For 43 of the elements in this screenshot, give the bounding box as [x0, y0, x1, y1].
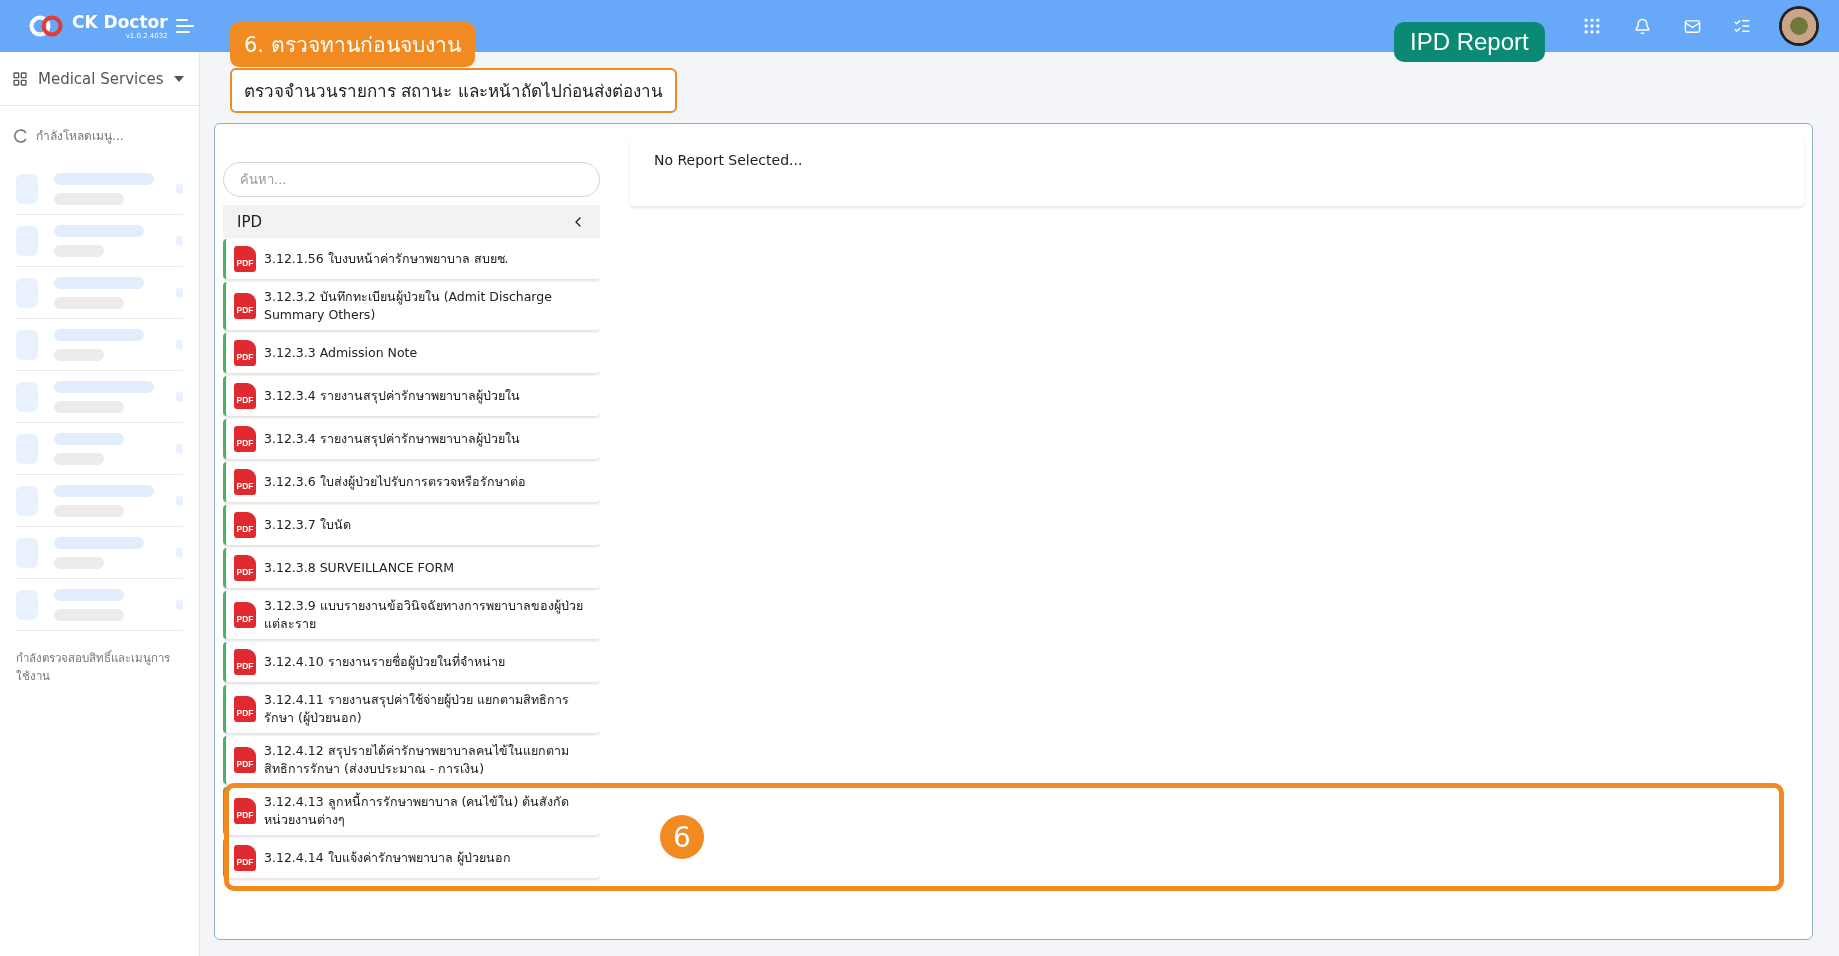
pdf-icon: PDF: [234, 426, 256, 452]
pdf-icon: PDF: [234, 293, 256, 319]
report-item[interactable]: PDF 3.12.4.10 รายงานรายชื่อผู้ป่วยในที่จำหน่าย: [223, 642, 600, 682]
grid-icon: [12, 70, 28, 87]
avatar-photo[interactable]: [1779, 6, 1819, 46]
report-item[interactable]: PDF 3.12.1.56 ใบงบหน้าค่ารักษาพยาบาล สบยช.: [223, 239, 600, 279]
report-item[interactable]: PDF 3.12.3.7 ใบนัด: [223, 505, 600, 545]
pdf-icon: PDF: [234, 383, 256, 409]
spinner-icon: [14, 128, 28, 143]
pdf-icon: PDF: [234, 246, 256, 272]
report-badge: IPD Report: [1394, 22, 1545, 62]
report-item[interactable]: PDF 3.12.4.12 สรุปรายได้ค่ารักษาพยาบาลคนไข้ในแยกตามสิทธิการรักษา (ส่งงบประมาณ - การเงิน): [223, 736, 600, 784]
search-field[interactable]: ค้นหา...: [223, 162, 600, 197]
loading-text: กำลังโหลดเมนู...: [36, 128, 124, 145]
pdf-icon: PDF: [234, 469, 256, 495]
pdf-icon: PDF: [234, 555, 256, 581]
report-item[interactable]: PDF 3.12.4.11 รายงานสรุปค่าใช้จ่ายผู้ป่วย แยกตามสิทธิการรักษา (ผู้ป่วยนอก): [223, 685, 600, 733]
report-item[interactable]: PDF 3.12.3.8 SURVEILLANCE FORM: [223, 548, 600, 588]
report-item[interactable]: PDF 3.12.3.4 รายงานสรุปค่ารักษาพยาบาลผู้ป่วยใน: [223, 419, 600, 459]
pdf-icon: PDF: [234, 696, 256, 722]
step-callout: 6. ตรวจทานก่อนจบงาน: [230, 22, 475, 67]
preview-message: No Report Selected...: [654, 152, 803, 168]
pdf-icon: PDF: [234, 340, 256, 366]
note-label: ตรวจจำนวนรายการ สถานะ และหน้าถัดไปก่อนส่งต่องาน: [230, 68, 677, 113]
report-item[interactable]: PDF 3.12.3.4 รายงานสรุปค่ารักษาพยาบาลผู้ป่วยใน: [223, 376, 600, 416]
menu-icon[interactable]: [175, 19, 194, 33]
group-header[interactable]: IPD: [223, 205, 600, 238]
pdf-icon: PDF: [234, 512, 256, 538]
report-item[interactable]: PDF 3.12.3.3 Admission Note: [223, 333, 600, 373]
pdf-icon: PDF: [234, 649, 256, 675]
caret-icon: [173, 75, 184, 82]
report-item[interactable]: PDF 3.12.4.13 ลูกหนี้การรักษาพยาบาล (คนไข้ใน) ต้นสังกัดหน่วยงานต่างๆ: [223, 787, 600, 835]
report-item[interactable]: PDF 3.12.3.2 บันทึกทะเบียนผู้ป่วยใน (Admit Discharge Summary Others): [223, 282, 600, 330]
pdf-icon: PDF: [234, 747, 256, 773]
report-item[interactable]: PDF 3.12.4.14 ใบแจ้งค่ารักษาพยาบาล ผู้ป่วยนอก: [223, 838, 600, 878]
status-text: กำลังตรวจสอบสิทธิ์และเมนูการใช้งาน: [15, 649, 171, 685]
brand-name: CK Doctor: [72, 12, 168, 32]
report-item[interactable]: PDF 3.12.3.9 แบบรายงานข้อวินิจฉัยทางการพยาบาลของผู้ป่วยแต่ละราย: [223, 591, 600, 639]
logo-icon: [28, 15, 64, 37]
pdf-icon: PDF: [234, 798, 256, 824]
report-item[interactable]: PDF 3.12.3.6 ใบส่งผู้ป่วยไปรับการตรวจหรือรักษาต่อ: [223, 462, 600, 502]
pdf-icon: PDF: [234, 602, 256, 628]
pdf-icon: PDF: [234, 845, 256, 871]
